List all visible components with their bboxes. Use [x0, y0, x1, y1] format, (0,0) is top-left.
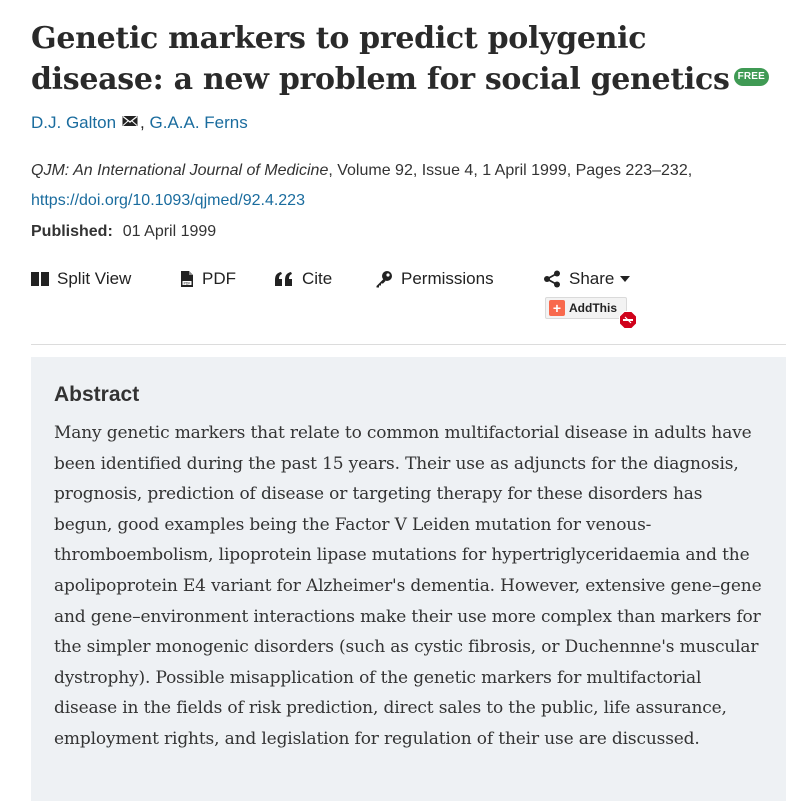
- author-list: D.J. Galton, G.A.A. Ferns: [31, 112, 786, 135]
- doi-link[interactable]: https://doi.org/10.1093/qjmed/92.4.223: [31, 192, 305, 209]
- abstract-text: Many genetic markers that relate to comm…: [54, 423, 762, 749]
- author-link-ferns[interactable]: G.A.A. Ferns: [150, 113, 248, 132]
- abstract-panel: Abstract Many genetic markers that relat…: [31, 357, 786, 801]
- key-icon: [375, 270, 393, 288]
- permissions-button[interactable]: Permissions: [375, 265, 494, 293]
- author-separator: ,: [140, 113, 150, 132]
- plus-icon: +: [549, 300, 565, 316]
- article-title-text: Genetic markers to predict polygenic dis…: [31, 21, 730, 97]
- svg-text:PDF: PDF: [183, 281, 190, 285]
- share-label: Share: [569, 269, 615, 288]
- cite-button[interactable]: Cite: [274, 265, 332, 293]
- article-toolbar: Split View PDF PDF Cite Permissions Shar…: [31, 265, 786, 293]
- split-view-icon: [31, 271, 49, 287]
- adblock-icon: [619, 311, 637, 334]
- addthis-label: AddThis: [569, 301, 617, 315]
- citation-details: , Volume 92, Issue 4, 1 April 1999, Page…: [328, 161, 693, 179]
- share-icon: [543, 270, 561, 288]
- split-view-label: Split View: [57, 269, 132, 288]
- pdf-label: PDF: [202, 269, 236, 288]
- envelope-icon[interactable]: [122, 111, 138, 133]
- pdf-button[interactable]: PDF PDF: [180, 265, 236, 293]
- share-button[interactable]: Share: [543, 265, 631, 293]
- published-date: 01 April 1999: [122, 222, 217, 240]
- published-label: Published:: [31, 222, 113, 240]
- abstract-heading: Abstract: [54, 383, 140, 406]
- addthis-button[interactable]: + AddThis: [545, 297, 627, 319]
- journal-name: QJM: An International Journal of Medicin…: [31, 161, 329, 179]
- split-view-button[interactable]: Split View: [31, 265, 131, 293]
- article-header: Genetic markers to predict polygenic dis…: [31, 0, 786, 801]
- author-link-galton[interactable]: D.J. Galton: [31, 113, 116, 132]
- pdf-icon: PDF: [180, 270, 194, 288]
- cite-label: Cite: [302, 269, 333, 288]
- free-badge: FREE: [733, 68, 770, 86]
- citation: QJM: An International Journal of Medicin…: [31, 156, 786, 216]
- section-divider: [31, 344, 786, 345]
- caret-down-icon: [620, 275, 631, 283]
- permissions-label: Permissions: [401, 269, 494, 288]
- article-title: Genetic markers to predict polygenic dis…: [31, 0, 786, 100]
- quote-icon: [274, 271, 294, 287]
- published-line: Published: 01 April 1999: [31, 217, 786, 247]
